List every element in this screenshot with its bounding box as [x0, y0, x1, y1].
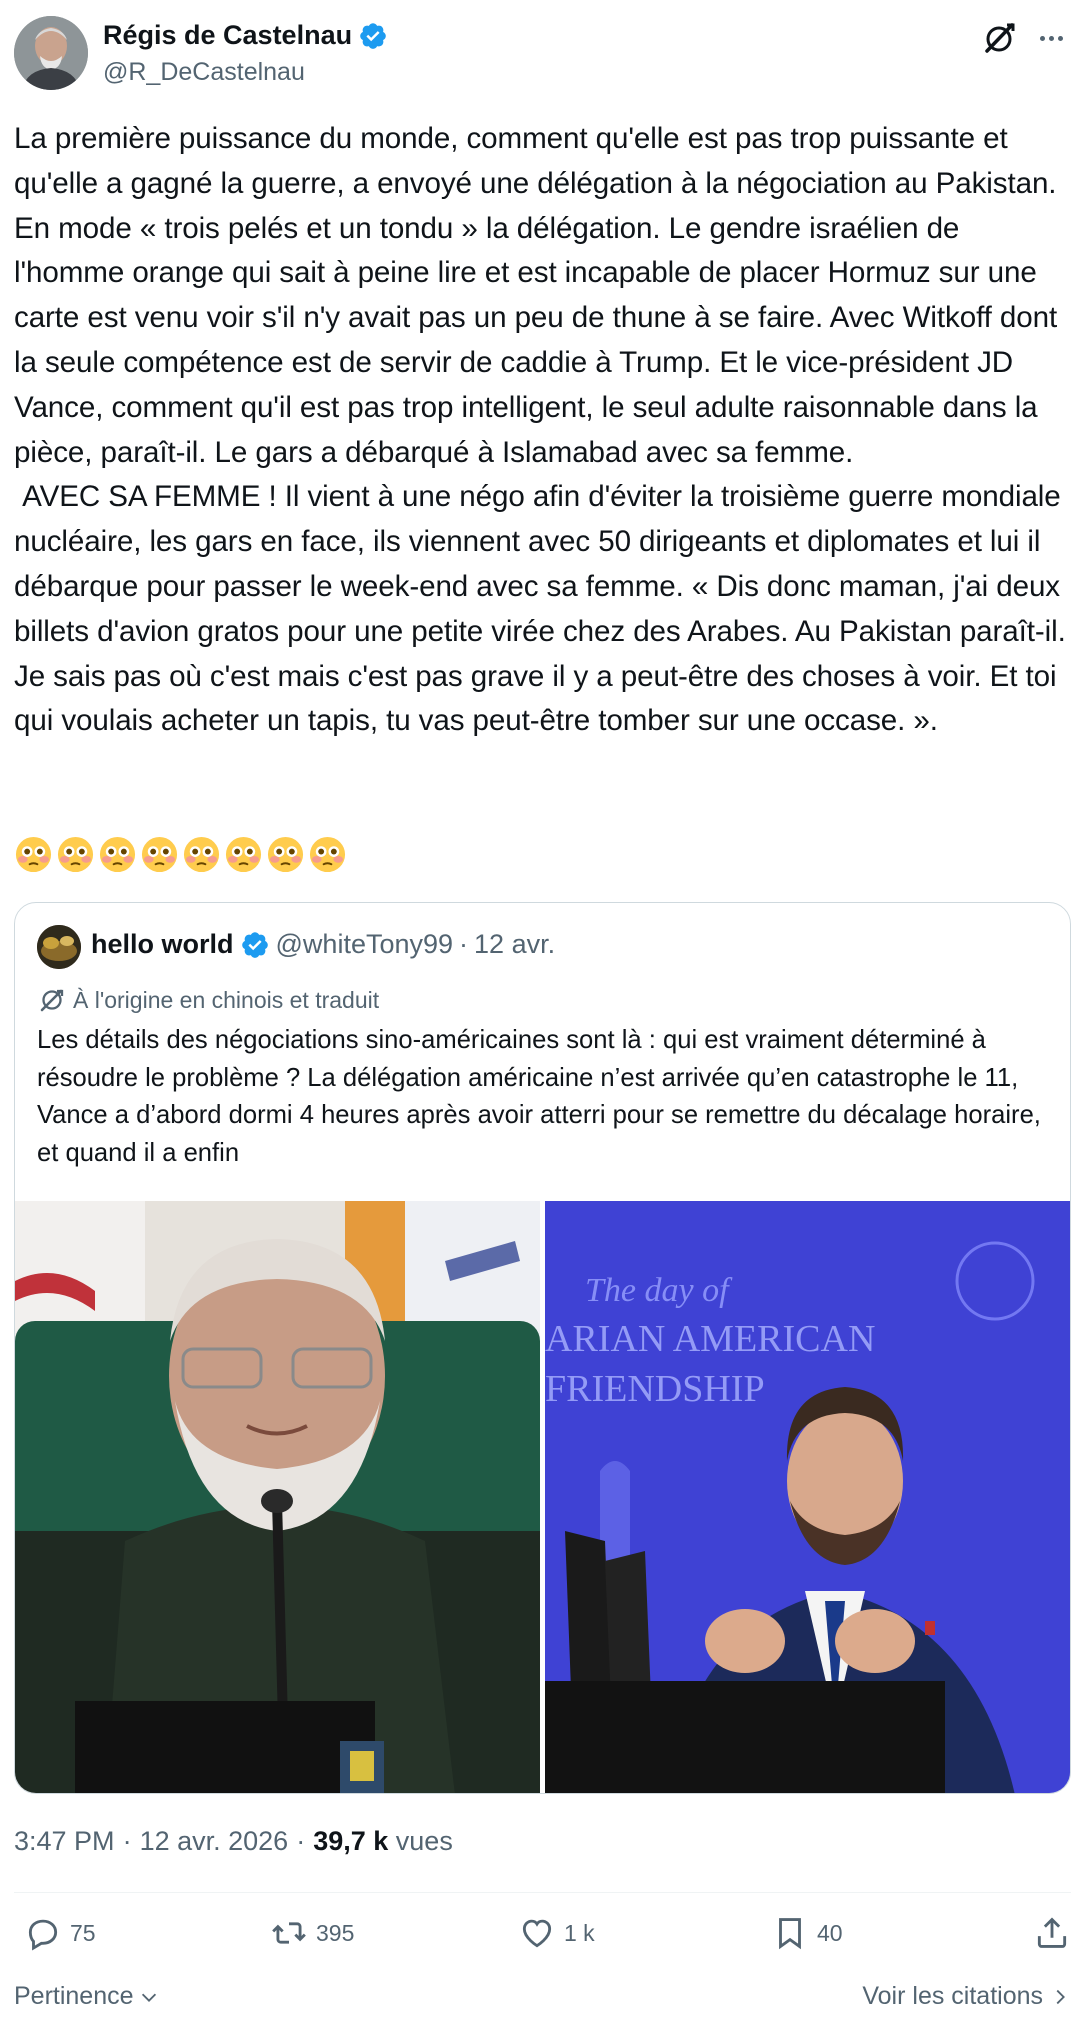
flushed-face-icon — [267, 836, 304, 873]
verified-badge-icon — [360, 22, 386, 49]
quote-author-avatar[interactable] — [37, 925, 81, 969]
backdrop-text-line1: The day of — [585, 1272, 733, 1309]
reply-icon — [28, 1919, 58, 1951]
quote-media: The day of ARIAN AMERICAN FRIENDSHIP — [15, 1201, 1070, 1793]
flushed-face-icon — [99, 836, 136, 873]
repost-button[interactable]: 395 — [270, 1914, 354, 1952]
views-label: vues — [395, 1826, 453, 1856]
quote-text: Les détails des négociations sino-améric… — [37, 1026, 1041, 1167]
tweet-meta: 3:47 PM · 12 avr. 2026 · 39,7 k vues — [14, 1826, 453, 1857]
tweet-date[interactable]: 12 avr. 2026 — [140, 1826, 289, 1857]
views[interactable]: 39,7 k vues — [313, 1826, 453, 1857]
share-icon — [1037, 1917, 1067, 1948]
reply-count: 75 — [70, 1919, 96, 1946]
bookmark-button[interactable]: 40 — [771, 1914, 843, 1952]
quoted-tweet[interactable]: hello world @whiteTony99 · 12 avr. À l'o… — [14, 902, 1071, 1794]
sort-label: Pertinence — [14, 1982, 134, 2010]
like-button[interactable]: 1 k — [518, 1914, 595, 1952]
grok-icon[interactable] — [979, 18, 1019, 58]
views-count: 39,7 k — [313, 1826, 389, 1856]
quote-image-left[interactable] — [15, 1201, 540, 1793]
repost-icon — [272, 1922, 306, 1944]
like-count: 1 k — [564, 1919, 595, 1946]
more-options-icon[interactable] — [1031, 20, 1071, 56]
reply-button[interactable]: 75 — [24, 1914, 96, 1952]
translated-notice: À l'origine en chinois et traduit — [37, 985, 379, 1015]
quote-author-name[interactable]: hello world — [91, 929, 234, 960]
author-name[interactable]: Régis de Castelnau — [103, 20, 352, 51]
backdrop-text-line3: FRIENDSHIP — [545, 1368, 765, 1410]
flushed-face-icon — [57, 836, 94, 873]
translated-label: À l'origine en chinois et traduit — [73, 986, 380, 1013]
action-bar: 75 395 1 k 40 — [14, 1914, 1071, 1964]
divider — [14, 1892, 1071, 1893]
meta-separator: · — [122, 1826, 132, 1856]
flushed-face-icon — [183, 836, 220, 873]
chevron-down-icon — [141, 1993, 156, 2002]
chevron-right-icon — [1056, 1989, 1065, 2004]
quote-image-right[interactable]: The day of ARIAN AMERICAN FRIENDSHIP — [545, 1201, 1070, 1793]
emoji-row — [14, 835, 347, 881]
quote-author-handle[interactable]: @whiteTony99 — [276, 929, 454, 960]
share-button[interactable] — [1033, 1914, 1071, 1952]
bookmark-count: 40 — [817, 1919, 843, 1946]
author-handle[interactable]: @R_DeCastelnau — [103, 58, 305, 87]
quote-date[interactable]: 12 avr. — [474, 929, 555, 960]
sort-dropdown[interactable]: Pertinence — [14, 1982, 160, 2011]
tweet-text: La première puissance du monde, comment … — [14, 122, 1066, 738]
quote-separator: · — [459, 929, 469, 959]
replies-controls: Pertinence Voir les citations — [14, 1978, 1071, 2018]
verified-badge-icon — [241, 931, 268, 958]
quote-author-row: hello world @whiteTony99 · 12 avr. — [91, 929, 555, 960]
flushed-face-icon — [225, 836, 262, 873]
heart-icon — [522, 1919, 552, 1948]
view-quotes-link[interactable]: Voir les citations — [862, 1982, 1071, 2011]
flushed-face-icon — [141, 836, 178, 873]
flushed-face-icon — [309, 836, 346, 873]
tweet-header: Régis de Castelnau @R_DeCastelnau — [14, 14, 1071, 94]
author-avatar[interactable] — [14, 16, 88, 90]
meta-separator: · — [296, 1826, 306, 1856]
backdrop-text-line2: ARIAN AMERICAN — [545, 1318, 875, 1360]
bookmark-icon — [779, 1918, 801, 1950]
author-name-row: Régis de Castelnau — [103, 20, 388, 51]
repost-count: 395 — [316, 1919, 355, 1946]
tweet-time[interactable]: 3:47 PM — [14, 1826, 115, 1857]
view-quotes-label: Voir les citations — [862, 1982, 1043, 2010]
translate-icon — [40, 989, 64, 1012]
flushed-face-icon — [15, 836, 52, 873]
